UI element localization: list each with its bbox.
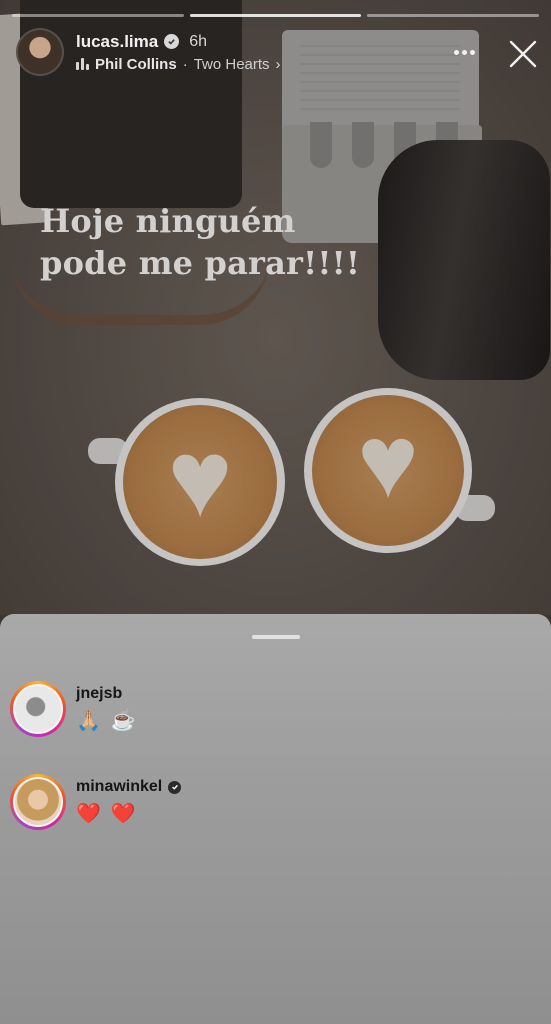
story-caption: Hoje ninguém pode me parar!!!!: [40, 200, 360, 284]
user-row: lucas.lima 6h: [76, 32, 281, 52]
progress-segment-active: [189, 14, 362, 17]
username[interactable]: lucas.lima: [76, 32, 158, 52]
avatar[interactable]: [10, 774, 66, 830]
comment-username[interactable]: minawinkel: [76, 778, 162, 796]
comment-message: ❤️ ❤️: [76, 803, 138, 825]
more-dots-icon[interactable]: [454, 50, 475, 55]
story-media[interactable]: ♥ ♥ lucas.lima 6h Phil Collins · Two Hea…: [0, 0, 551, 615]
avatar[interactable]: [10, 681, 66, 737]
avatar-image: [15, 686, 61, 732]
story-meta: lucas.lima 6h Phil Collins · Two Hearts …: [76, 32, 281, 73]
music-song: Two Hearts: [193, 55, 270, 73]
comment-username[interactable]: jnejsb: [76, 685, 122, 703]
avatar[interactable]: [16, 28, 64, 76]
progress-segment: [367, 14, 540, 17]
story-overlay: [0, 0, 551, 615]
comment-item: jnejsb 🙏🏼 ☕️: [10, 681, 137, 737]
caption-line: pode me parar!!!!: [40, 244, 361, 282]
avatar-image: [15, 779, 61, 825]
sheet-grabber[interactable]: [252, 635, 300, 639]
music-row[interactable]: Phil Collins · Two Hearts ›: [76, 56, 281, 73]
chevron-right-icon: ›: [275, 55, 281, 73]
comment-item: minawinkel ❤️ ❤️: [10, 774, 182, 830]
progress-bar: [12, 14, 540, 17]
verified-badge-icon: [164, 34, 180, 49]
progress-segment: [12, 14, 184, 17]
verified-badge-icon: [168, 780, 182, 794]
music-separator: ·: [182, 55, 188, 73]
comment-message: 🙏🏼 ☕️: [76, 710, 138, 732]
comments-sheet[interactable]: jnejsb 🙏🏼 ☕️ minawinkel ❤️ ❤️: [0, 614, 551, 1024]
caption-line: Hoje ninguém: [40, 202, 296, 240]
close-icon[interactable]: [505, 36, 541, 72]
music-artist: Phil Collins: [95, 55, 177, 73]
story-header: lucas.lima 6h Phil Collins · Two Hearts …: [16, 28, 281, 76]
music-bars-icon: [76, 58, 89, 70]
time-ago: 6h: [189, 32, 208, 50]
